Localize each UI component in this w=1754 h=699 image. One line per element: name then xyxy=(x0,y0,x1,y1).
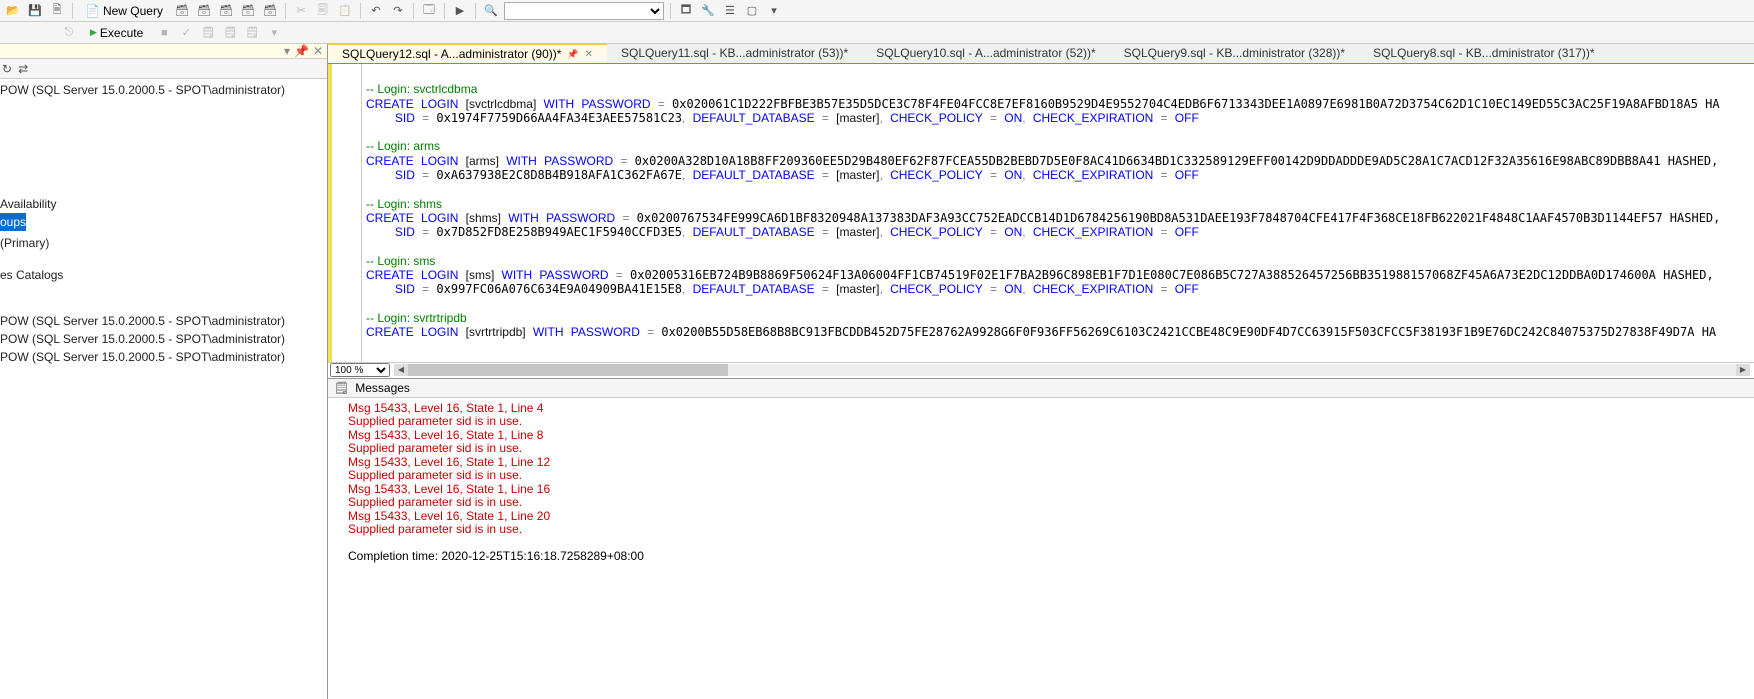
tab-sqlquery12[interactable]: SQLQuery12.sql - A...administrator (90))… xyxy=(328,43,607,63)
sidebar-toolbar: ↻ ⇄ xyxy=(0,59,327,79)
paste-icon[interactable]: 📋 xyxy=(336,2,354,20)
sidebar-header: ▾ 📌 ✕ xyxy=(0,44,327,59)
execute-label: Execute xyxy=(100,26,143,40)
scroll-left-icon[interactable]: ◀ xyxy=(394,364,408,376)
undo-icon[interactable]: ↶ xyxy=(367,2,385,20)
horizontal-scrollbar[interactable]: ◀ ▶ xyxy=(394,364,1750,376)
cut-icon[interactable]: ✂ xyxy=(292,2,310,20)
messages-icon: 🗒 xyxy=(334,381,349,395)
tool4-icon[interactable]: ▢ xyxy=(743,2,761,20)
stop-icon[interactable]: ■ xyxy=(155,24,173,42)
opts-dropdown-icon[interactable]: ▾ xyxy=(265,24,283,42)
start-icon[interactable]: ▶ xyxy=(451,2,469,20)
save-all-icon[interactable]: 🗎 xyxy=(48,2,66,20)
parse-icon[interactable]: ✓ xyxy=(177,24,195,42)
plan2-icon[interactable]: 🗒 xyxy=(221,24,239,42)
sql-code[interactable]: -- Login: svctrlcdbma CREATE LOGIN [svct… xyxy=(362,64,1754,362)
scroll-right-icon[interactable]: ▶ xyxy=(1736,364,1750,376)
new-query-label: New Query xyxy=(103,4,163,18)
editor-footer: 100 % ◀ ▶ xyxy=(328,362,1754,378)
tab-sqlquery11[interactable]: SQLQuery11.sql - KB...administrator (53)… xyxy=(607,43,862,63)
open-icon[interactable]: 📂 xyxy=(4,2,22,20)
tab-sqlquery9[interactable]: SQLQuery9.sql - KB...dministrator (328))… xyxy=(1110,43,1359,63)
availability-node[interactable]: Availability xyxy=(0,195,327,213)
tab-label: SQLQuery8.sql - KB...dministrator (317))… xyxy=(1373,46,1594,60)
plan3-icon[interactable]: 🗒 xyxy=(243,24,261,42)
primary-node[interactable]: (Primary) xyxy=(0,234,327,252)
as-query-icon[interactable]: 🗃 xyxy=(195,2,213,20)
dropdown-icon[interactable]: ▾ xyxy=(765,2,783,20)
solution-dropdown[interactable] xyxy=(504,2,664,20)
pin-icon[interactable]: 📌 xyxy=(567,49,578,60)
tab-sqlquery8[interactable]: SQLQuery8.sql - KB...dministrator (317))… xyxy=(1359,43,1608,63)
tab-label: SQLQuery10.sql - A...administrator (52))… xyxy=(876,46,1095,60)
connection-node-1[interactable]: POW (SQL Server 15.0.2000.5 - SPOT\admin… xyxy=(0,312,327,330)
connect-icon[interactable]: ⎋ xyxy=(60,24,78,42)
sql-editor[interactable]: -- Login: svctrlcdbma CREATE LOGIN [svct… xyxy=(328,64,1754,362)
connection-node-3[interactable]: POW (SQL Server 15.0.2000.5 - SPOT\admin… xyxy=(0,348,327,366)
editor-gutter xyxy=(328,64,362,362)
sidebar-dropdown-icon[interactable]: ▾ xyxy=(284,44,290,58)
refresh-icon[interactable]: ↻ xyxy=(2,62,12,76)
main-toolbar: 📂 💾 🗎 📄 New Query 🗃 🗃 🗃 🗃 🗃 ✂ 🗐 📋 ↶ ↷ 🗔 … xyxy=(0,0,1754,22)
plan1-icon[interactable]: 🗒 xyxy=(199,24,217,42)
execute-button[interactable]: Execute xyxy=(82,24,151,42)
object-tree[interactable]: POW (SQL Server 15.0.2000.5 - SPOT\admin… xyxy=(0,79,327,366)
tab-label: SQLQuery12.sql - A...administrator (90))… xyxy=(342,47,561,61)
xe-query-icon[interactable]: 🗃 xyxy=(261,2,279,20)
messages-tab-header[interactable]: 🗒 Messages xyxy=(328,378,1754,398)
mdx-query-icon[interactable]: 🗃 xyxy=(217,2,235,20)
availability-groups-node[interactable]: oups xyxy=(0,213,26,231)
tab-sqlquery10[interactable]: SQLQuery10.sql - A...administrator (52))… xyxy=(862,43,1109,63)
connection-node-2[interactable]: POW (SQL Server 15.0.2000.5 - SPOT\admin… xyxy=(0,330,327,348)
close-icon[interactable]: ✕ xyxy=(585,49,593,60)
catalogs-node[interactable]: es Catalogs xyxy=(0,266,327,284)
new-query-button[interactable]: 📄 New Query xyxy=(79,2,169,20)
sql-toolbar: ⎋ Execute ■ ✓ 🗒 🗒 🗒 ▾ xyxy=(0,22,1754,44)
new-query-icon: 📄 xyxy=(85,4,100,18)
server-node[interactable]: POW (SQL Server 15.0.2000.5 - SPOT\admin… xyxy=(0,81,327,99)
copy-icon[interactable]: 🗐 xyxy=(314,2,332,20)
tool1-icon[interactable]: 🗖 xyxy=(677,2,695,20)
messages-output[interactable]: Msg 15433, Level 16, State 1, Line 4Supp… xyxy=(328,398,1754,699)
properties-icon[interactable]: 🗔 xyxy=(420,2,438,20)
save-icon[interactable]: 💾 xyxy=(26,2,44,20)
document-tabs: SQLQuery12.sql - A...administrator (90))… xyxy=(328,44,1754,64)
find-icon[interactable]: 🔍 xyxy=(482,2,500,20)
tool3-icon[interactable]: ☰ xyxy=(721,2,739,20)
sync-icon[interactable]: ⇄ xyxy=(18,62,28,76)
tab-label: SQLQuery11.sql - KB...administrator (53)… xyxy=(621,46,848,60)
scroll-thumb[interactable] xyxy=(408,364,728,376)
zoom-dropdown[interactable]: 100 % xyxy=(330,363,390,377)
dmx-query-icon[interactable]: 🗃 xyxy=(239,2,257,20)
db-engine-query-icon[interactable]: 🗃 xyxy=(173,2,191,20)
sidebar-pin-icon[interactable]: 📌 xyxy=(294,44,309,58)
sidebar-close-icon[interactable]: ✕ xyxy=(313,44,323,58)
redo-icon[interactable]: ↷ xyxy=(389,2,407,20)
editor-area: SQLQuery12.sql - A...administrator (90))… xyxy=(328,44,1754,699)
messages-title: Messages xyxy=(355,381,410,395)
tool2-icon[interactable]: 🔧 xyxy=(699,2,717,20)
tab-label: SQLQuery9.sql - KB...dministrator (328))… xyxy=(1124,46,1345,60)
object-explorer: ▾ 📌 ✕ ↻ ⇄ POW (SQL Server 15.0.2000.5 - … xyxy=(0,44,328,699)
